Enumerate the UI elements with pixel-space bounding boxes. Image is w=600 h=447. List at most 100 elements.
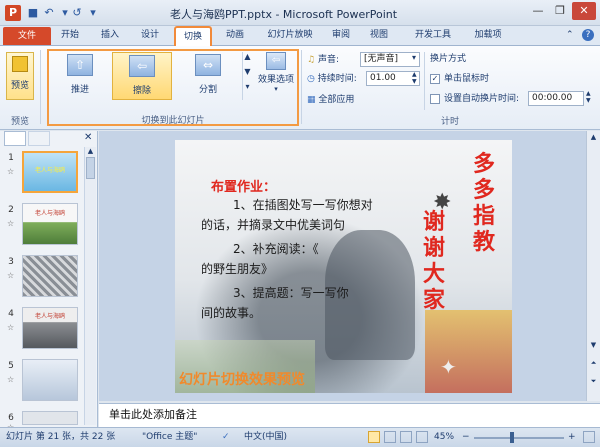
language[interactable]: 中文(中国) [244, 428, 287, 447]
scroll-up-icon[interactable]: ▲ [587, 133, 600, 141]
effect-options-label: 效果选项 [257, 75, 294, 85]
after-time-checkbox[interactable] [430, 94, 440, 104]
tab-design[interactable]: 设计 [135, 26, 165, 45]
tab-slideshow[interactable]: 幻灯片放映 [258, 26, 322, 45]
slide-thumbnail[interactable] [22, 411, 78, 425]
star-icon: ☆ [7, 375, 15, 384]
zoom-slider-handle[interactable] [510, 432, 514, 443]
minimize-icon[interactable]: — [528, 2, 548, 20]
redo-icon[interactable]: ↺ [70, 6, 84, 20]
after-time-spinner[interactable]: ▲ ▼ [586, 90, 591, 104]
help-icon[interactable]: ? [582, 29, 594, 41]
prev-slide-icon[interactable]: ⏶ [588, 359, 599, 368]
clock-icon: ◷ [307, 74, 315, 84]
sound-icon: ♫ [307, 55, 316, 65]
split-transition-icon: ⇔ [195, 54, 221, 76]
preview-button[interactable]: 预览 [6, 52, 34, 100]
slide-sorter-icon[interactable] [384, 431, 396, 443]
divider [301, 50, 302, 124]
transition-split[interactable]: ⇔ 分割 [178, 52, 238, 100]
thumb-number: 1 [8, 153, 14, 163]
slide-editing-area: ✸ ✦ 布置作业： 1、在插图处写一写你想对 的话，并摘录文中优美词句 2、补充… [99, 131, 595, 401]
thumb-number: 4 [8, 309, 14, 319]
thumb-number: 2 [8, 205, 14, 215]
notes-pane[interactable]: 单击此处添加备注 [99, 403, 600, 427]
tab-home[interactable]: 开始 [55, 26, 85, 45]
restore-icon[interactable]: ❐ [550, 2, 570, 20]
zoom-slider[interactable] [474, 437, 564, 439]
undo-icon[interactable]: ↶ [42, 6, 56, 20]
theme-name: "Office 主题" [142, 432, 198, 442]
scroll-thumb[interactable] [86, 157, 95, 179]
gallery-down-icon[interactable]: ▼ [243, 67, 252, 76]
reading-view-icon[interactable] [400, 431, 412, 443]
transition-push[interactable]: ⇧ 推进 [50, 52, 110, 100]
tulip-flowers-image [425, 310, 512, 393]
gallery-scroll[interactable]: ▲ ▼ ▾ [242, 52, 252, 100]
slide-thumbnail[interactable] [22, 359, 78, 401]
spellcheck-icon[interactable]: ✓ [222, 428, 230, 447]
zoom-level[interactable]: 45% [434, 428, 454, 447]
save-icon[interactable]: ■ [26, 6, 40, 20]
slide-line-3b: 间的故事。 [201, 306, 262, 320]
outline-tab[interactable] [28, 131, 50, 146]
slide-scrollbar[interactable]: ▲ ▼ ⏶ ⏷ [586, 131, 600, 401]
scroll-down-icon[interactable]: ▼ [588, 341, 599, 349]
tab-insert[interactable]: 插入 [95, 26, 125, 45]
slide-thumbnail[interactable] [22, 255, 78, 297]
slide-thumbnail[interactable]: 老人与海鸥 [22, 151, 78, 193]
star-icon: ☆ [7, 323, 15, 332]
slide-side-text-2: 谢谢大家 [422, 210, 445, 313]
after-time-input[interactable]: 00:00.00 [528, 91, 584, 106]
slides-tab[interactable] [4, 131, 26, 146]
tab-transitions[interactable]: 切换 [174, 26, 212, 46]
transition-split-label: 分割 [198, 85, 217, 95]
transition-wipe-label: 擦除 [132, 86, 151, 96]
sound-select[interactable]: [无声音] [360, 52, 420, 67]
sound-label: ♫ 声音: [307, 55, 339, 65]
tab-animations[interactable]: 动画 [220, 26, 250, 45]
slide-thumbnail[interactable]: 老人与海鸥 [22, 203, 78, 245]
tab-view[interactable]: 视图 [364, 26, 394, 45]
thumb-number: 3 [8, 257, 14, 267]
star-icon: ☆ [7, 167, 15, 176]
chevron-down-icon[interactable]: ▾ [412, 53, 416, 62]
slideshow-view-icon[interactable] [416, 431, 428, 443]
customize-icon[interactable]: ▾ [86, 6, 100, 20]
zoom-in-icon[interactable]: + [568, 428, 576, 447]
gallery-up-icon[interactable]: ▲ [243, 52, 252, 61]
tab-file[interactable]: 文件 [3, 27, 51, 45]
window-title: 老人与海鸥PPT.pptx - Microsoft PowerPoint [170, 8, 398, 21]
effect-options-icon: ⇦ [266, 52, 286, 70]
thumb-number: 6 [8, 413, 14, 423]
minimize-ribbon-icon[interactable]: ⌃ [566, 30, 574, 40]
thumbnail-scrollbar[interactable]: ▲ [84, 147, 96, 425]
duration-spinner[interactable]: ▲ ▼ [412, 71, 417, 85]
close-icon[interactable]: ✕ [572, 2, 596, 20]
normal-view-icon[interactable] [368, 431, 380, 443]
gallery-more-icon[interactable]: ▾ [243, 82, 252, 91]
status-bar: 幻灯片 第 21 张，共 22 张 "Office 主题" ✓ 中文(中国) 4… [0, 427, 600, 447]
close-panel-icon[interactable]: ✕ [84, 132, 92, 143]
next-slide-icon[interactable]: ⏷ [588, 377, 599, 386]
tab-addins[interactable]: 加载项 [466, 26, 510, 45]
slide-line-2b: 的野生朋友》 [201, 262, 274, 276]
fit-to-window-icon[interactable] [583, 431, 595, 443]
zoom-out-icon[interactable]: − [462, 428, 470, 447]
apply-all-button[interactable]: ▦ 全部应用 [307, 92, 354, 108]
preview-icon [12, 56, 28, 72]
powerpoint-app-icon[interactable]: P [5, 5, 21, 21]
scroll-up-icon[interactable]: ▲ [85, 147, 96, 155]
tab-developer[interactable]: 开发工具 [408, 26, 458, 45]
effect-options-button[interactable]: ⇦ 效果选项 ▾ [256, 52, 296, 104]
slide-heading: 布置作业： [211, 180, 277, 195]
current-slide[interactable]: ✸ ✦ 布置作业： 1、在插图处写一写你想对 的话，并摘录文中优美词句 2、补充… [175, 140, 512, 393]
transition-wipe[interactable]: ⇦ 擦除 [112, 52, 172, 100]
slide-line-1b: 的话，并摘录文中优美词句 [201, 218, 346, 232]
slide-thumbnail[interactable]: 老人与海鸥 [22, 307, 78, 349]
title-bar: P ■ ↶ ▾ ↺ ▾ 老人与海鸥PPT.pptx - Microsoft Po… [0, 0, 600, 26]
timing-group-label: 计时 [440, 117, 459, 127]
on-click-checkbox[interactable]: ✓ [430, 74, 440, 84]
tab-review[interactable]: 审阅 [326, 26, 356, 45]
slide-position: 幻灯片 第 21 张，共 22 张 [6, 432, 116, 442]
